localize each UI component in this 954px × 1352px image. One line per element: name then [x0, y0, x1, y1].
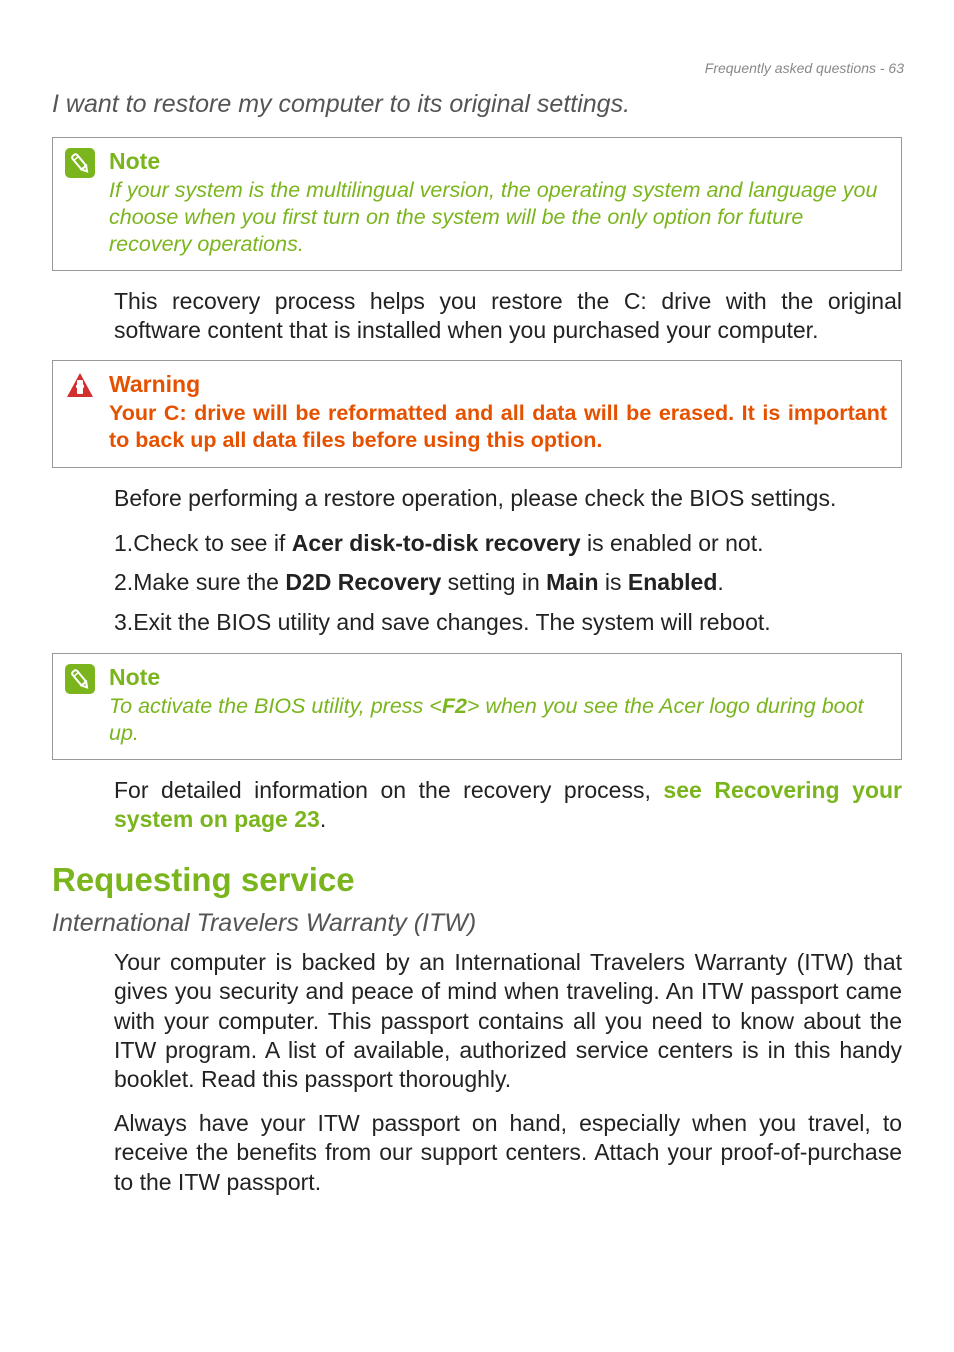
warning-title: Warning — [109, 371, 887, 398]
note-title: Note — [109, 664, 887, 691]
page-header: Frequently asked questions - 63 — [705, 60, 904, 76]
list-bold: D2D Recovery — [285, 569, 441, 595]
section-heading: Requesting service — [52, 861, 902, 899]
warning-icon — [65, 371, 95, 401]
body-para-3: For detailed information on the recovery… — [114, 776, 902, 835]
itw-para-2: Always have your ITW passport on hand, e… — [114, 1109, 902, 1197]
list-text: Check to see if — [133, 530, 292, 556]
warning-callout: Warning Your C: drive will be reformatte… — [52, 360, 902, 468]
warning-body: Your C: drive will be reformatted and al… — [109, 400, 887, 455]
body-text: For detailed information on the recovery… — [114, 777, 663, 803]
list-bold: Enabled — [628, 569, 717, 595]
list-item: 3Exit the BIOS utility and save changes.… — [114, 606, 902, 639]
list-item: 2Make sure the D2D Recovery setting in M… — [114, 566, 902, 599]
numbered-list: 1Check to see if Acer disk-to-disk recov… — [114, 527, 902, 639]
note-callout-2: Note To activate the BIOS utility, press… — [52, 653, 902, 760]
note-key: F2 — [442, 694, 467, 718]
itw-heading: International Travelers Warranty (ITW) — [52, 909, 902, 938]
list-bold: Main — [546, 569, 598, 595]
list-text: setting in — [441, 569, 546, 595]
list-item: 1Check to see if Acer disk-to-disk recov… — [114, 527, 902, 560]
page-content: I want to restore my computer to its ori… — [0, 0, 954, 1197]
note-text: To activate the BIOS utility, press < — [109, 694, 442, 718]
list-text: . — [717, 569, 723, 595]
note-title: Note — [109, 148, 887, 175]
list-num: 1 — [114, 530, 133, 556]
note-body: To activate the BIOS utility, press <F2>… — [109, 693, 887, 747]
question-heading: I want to restore my computer to its ori… — [52, 90, 902, 119]
itw-para-1: Your computer is backed by an Internatio… — [114, 948, 902, 1095]
list-num: 2 — [114, 569, 133, 595]
list-text: Exit the BIOS utility and save changes. … — [133, 609, 771, 635]
list-text: is — [599, 569, 628, 595]
list-text: Make sure the — [133, 569, 285, 595]
body-para-2: Before performing a restore operation, p… — [114, 484, 902, 513]
note-body: If your system is the multilingual versi… — [109, 177, 887, 258]
note-icon — [65, 664, 95, 694]
note-icon — [65, 148, 95, 178]
list-text: is enabled or not. — [581, 530, 764, 556]
note-callout-1: Note If your system is the multilingual … — [52, 137, 902, 271]
body-text: . — [320, 806, 326, 832]
list-num: 3 — [114, 609, 133, 635]
body-para-1: This recovery process helps you restore … — [114, 287, 902, 346]
list-bold: Acer disk-to-disk recovery — [292, 530, 581, 556]
